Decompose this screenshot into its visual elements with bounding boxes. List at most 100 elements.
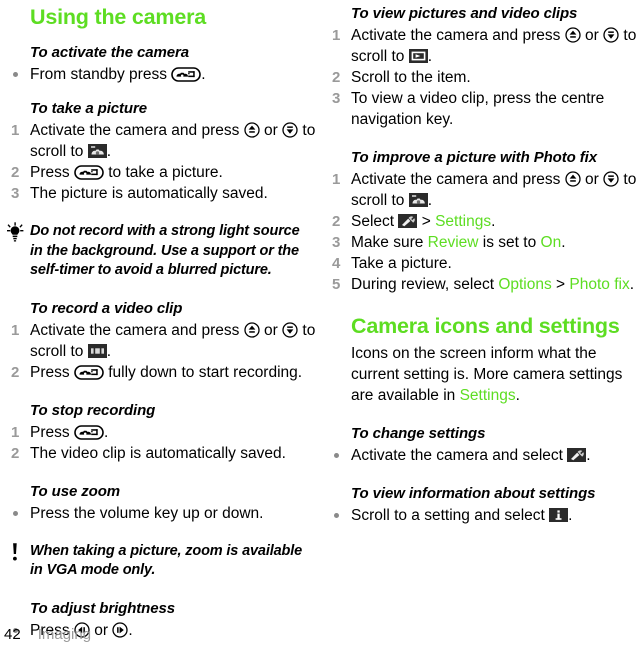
heading-record-video: To record a video clip <box>30 299 183 317</box>
intro-text-post: . <box>515 387 520 404</box>
page-number: 42 <box>4 626 21 643</box>
nav-up-icon <box>244 321 260 338</box>
list-item: 1 Activate the camera and press or to sc… <box>332 25 642 67</box>
step-text-post: . <box>586 447 591 464</box>
heading-use-zoom: To use zoom <box>30 482 121 500</box>
settings-wrench-icon <box>398 213 418 229</box>
step-text-mid: or <box>259 321 283 339</box>
step-text: Activate the camera and press <box>30 321 244 339</box>
step-number: 2 <box>11 164 20 181</box>
step-text-post: . <box>103 423 109 441</box>
step-text: During review, select <box>351 276 499 293</box>
list-item: From standby press . <box>13 64 321 85</box>
step-text-mid: or <box>259 122 283 139</box>
heading-change-settings: To change settings <box>351 425 486 442</box>
list-item: 2 Press fully down to start recording. <box>11 362 321 383</box>
nav-up-icon <box>565 171 581 187</box>
step-number: 1 <box>332 171 341 188</box>
list-item: Press the volume key up or down. <box>13 503 321 524</box>
tip-note: Do not record with a strong light source… <box>7 222 313 281</box>
step-text-post: to take a picture. <box>103 164 223 181</box>
step-text: Press <box>30 164 74 181</box>
list-item: 3 The picture is automatically saved. <box>11 183 321 204</box>
left-column: Using the camera To activate the camera … <box>0 0 321 653</box>
step-number: 1 <box>11 423 20 441</box>
camera-button-icon <box>74 165 104 180</box>
heading-photo-fix: To improve a picture with Photo fix <box>351 149 597 166</box>
step-number: 2 <box>11 363 20 381</box>
bullet-dot <box>334 453 339 458</box>
list-item: 1 Activate the camera and press or to sc… <box>332 169 642 211</box>
step-text: To view a video clip, press the centre n… <box>351 90 605 128</box>
step-text: The picture is automatically saved. <box>30 185 268 202</box>
warning-exclamation-icon <box>4 542 26 566</box>
step-number: 4 <box>332 255 341 272</box>
video-mode-icon <box>87 343 107 359</box>
step-text: Activate the camera and select <box>351 447 568 464</box>
step-text-post: > <box>551 276 570 293</box>
nav-up-icon <box>244 122 260 138</box>
step-number: 3 <box>11 185 20 202</box>
list-item: Scroll to a setting and select . <box>334 505 642 526</box>
step-number: 1 <box>11 321 20 339</box>
step-text: The video clip is automatically saved. <box>30 444 286 462</box>
step-text-post: fully down to start recording. <box>103 363 303 381</box>
heading-take-picture: To take a picture <box>30 100 147 117</box>
step-text-mid: or <box>580 171 604 188</box>
step-text-tail: . <box>106 342 112 360</box>
list-item: 2 Scroll to the item. <box>332 67 642 88</box>
nav-down-icon <box>603 27 619 43</box>
step-text: Activate the camera and press <box>30 122 244 139</box>
step-text-tail: . <box>629 276 635 293</box>
step-text: Take a picture. <box>351 255 452 272</box>
heading-activate-camera: To activate the camera <box>30 44 189 61</box>
step-number: 1 <box>332 27 341 44</box>
warning-note: When taking a picture, zoom is available… <box>13 542 313 581</box>
list-item: 2 Select > Settings. <box>332 211 642 232</box>
list-item: Activate the camera and select . <box>334 445 642 466</box>
section-title-camera-icons: Camera icons and settings <box>351 314 620 338</box>
step-text: Activate the camera and press <box>351 171 565 188</box>
bullet-dot <box>13 72 18 77</box>
step-text: Press <box>30 363 74 381</box>
step-text: Make sure <box>351 234 428 251</box>
info-icon <box>549 507 569 523</box>
tip-lightbulb-icon <box>4 222 26 246</box>
step-text-tail: . <box>427 48 433 65</box>
step-text-post: . <box>201 66 206 83</box>
bullet-dot <box>13 510 18 516</box>
nav-down-icon <box>282 122 298 138</box>
nav-down-icon <box>282 321 298 338</box>
step-text: Select <box>351 213 399 230</box>
ui-term: Photo fix <box>569 276 630 293</box>
heading-view-pictures: To view pictures and video clips <box>351 5 578 22</box>
camera-button-icon <box>74 364 104 380</box>
list-item: 3 To view a video clip, press the centre… <box>332 88 642 130</box>
list-item: 2 The video clip is automatically saved. <box>11 443 321 464</box>
tip-text: Do not record with a strong light source… <box>30 223 300 278</box>
heading-adjust-brightness: To adjust brightness <box>30 599 175 617</box>
heading-stop-recording: To stop recording <box>30 401 156 419</box>
ui-term: Review <box>427 234 479 251</box>
step-number: 2 <box>332 213 341 230</box>
right-column: To view pictures and video clips 1 Activ… <box>321 0 642 653</box>
camera-button-icon <box>74 424 104 440</box>
page-title: Using the camera <box>30 5 207 29</box>
step-number: 3 <box>332 90 341 107</box>
step-number: 5 <box>332 276 341 293</box>
step-text: Activate the camera and press <box>351 27 565 44</box>
step-text: Scroll to the item. <box>351 69 471 86</box>
step-text: From standby press <box>30 66 172 83</box>
chapter-name: Imaging <box>37 626 92 643</box>
ui-term: On <box>540 234 562 251</box>
list-item: 5 During review, select Options > Photo … <box>332 274 642 295</box>
list-item: 1 Activate the camera and press or to sc… <box>11 120 321 162</box>
step-number: 2 <box>332 69 341 86</box>
camera-button-icon <box>171 67 202 82</box>
nav-up-icon <box>565 27 581 43</box>
intro-paragraph: Icons on the screen inform what the curr… <box>351 343 642 406</box>
list-item: 4 Take a picture. <box>332 253 642 274</box>
camera-mode-icon <box>87 143 107 159</box>
step-text: Press <box>30 423 74 441</box>
step-text-post: is set to <box>478 234 541 251</box>
